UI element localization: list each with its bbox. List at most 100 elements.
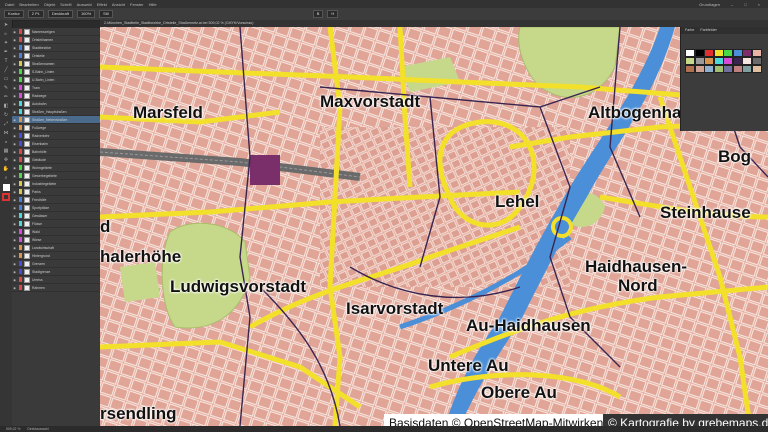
visibility-eye-icon[interactable]: ◉: [12, 166, 17, 170]
layer-row[interactable]: ◉ Grenzen: [12, 260, 100, 268]
pen-tool-icon[interactable]: ✒: [2, 49, 10, 56]
layer-row[interactable]: ◉ Tram: [12, 84, 100, 92]
color-swatch[interactable]: [742, 57, 752, 65]
visibility-eye-icon[interactable]: ◉: [12, 134, 17, 138]
visibility-eye-icon[interactable]: ◉: [12, 254, 17, 258]
height-field[interactable]: H: [327, 10, 339, 18]
tab-swatches[interactable]: Farbfelder: [700, 27, 716, 34]
selection-tool-icon[interactable]: ➤: [2, 22, 10, 29]
layer-row[interactable]: ◉ Gewerbegebiete: [12, 172, 100, 180]
visibility-eye-icon[interactable]: ◉: [12, 46, 17, 50]
layer-row[interactable]: ◉ Radverkehr: [12, 132, 100, 140]
document-tab[interactable]: 2-München_Stadtteile_Stadtbezirke_Ortste…: [100, 20, 768, 27]
visibility-eye-icon[interactable]: ◉: [12, 190, 17, 194]
magic-wand-tool-icon[interactable]: ✦: [2, 40, 10, 47]
layer-row[interactable]: ◉ Straßen_Nebenstraßen: [12, 116, 100, 124]
visibility-eye-icon[interactable]: ◉: [12, 198, 17, 202]
rotate-tool-icon[interactable]: ↻: [2, 112, 10, 119]
color-swatch[interactable]: [694, 49, 705, 57]
layer-row[interactable]: ◉ Stadtbezirke: [12, 44, 100, 52]
visibility-eye-icon[interactable]: ◉: [12, 158, 17, 162]
color-swatch[interactable]: [685, 65, 695, 73]
visibility-eye-icon[interactable]: ◉: [12, 246, 17, 250]
color-swatch[interactable]: [704, 49, 714, 57]
color-swatch[interactable]: [742, 65, 752, 73]
layer-row[interactable]: ◉ Landwirtschaft: [12, 244, 100, 252]
menu-item-object[interactable]: Objekt: [44, 2, 56, 7]
layer-row[interactable]: ◉ Ortsteilnamen: [12, 36, 100, 44]
close-icon[interactable]: ×: [758, 2, 760, 7]
maximize-icon[interactable]: □: [744, 2, 746, 7]
layer-row[interactable]: ◉ Industriegebiete: [12, 180, 100, 188]
scale-tool-icon[interactable]: ⤢: [2, 121, 10, 128]
menu-item-window[interactable]: Fenster: [130, 2, 144, 7]
visibility-eye-icon[interactable]: ◉: [12, 262, 17, 266]
width-tool-icon[interactable]: ⋈: [2, 130, 10, 137]
visibility-eye-icon[interactable]: ◉: [12, 78, 17, 82]
menu-item-file[interactable]: Datei: [5, 2, 14, 7]
layer-row[interactable]: ◉ Gebäude: [12, 156, 100, 164]
layer-row[interactable]: ◉ Wald: [12, 228, 100, 236]
eyedropper-tool-icon[interactable]: ✜: [2, 157, 10, 164]
hand-tool-icon[interactable]: ✋: [2, 166, 10, 173]
type-tool-icon[interactable]: T: [2, 58, 10, 65]
direct-selection-tool-icon[interactable]: ▹: [2, 31, 10, 38]
visibility-eye-icon[interactable]: ◉: [12, 86, 17, 90]
visibility-eye-icon[interactable]: ◉: [12, 278, 17, 282]
layer-row[interactable]: ◉ Eisenbahn: [12, 140, 100, 148]
stroke-color-icon[interactable]: [2, 193, 10, 201]
color-swatch[interactable]: [732, 49, 743, 57]
visibility-eye-icon[interactable]: ◉: [12, 150, 17, 154]
color-swatch[interactable]: [751, 49, 762, 57]
menu-item-help[interactable]: Hilfe: [149, 2, 157, 7]
menu-item-edit[interactable]: Bearbeiten: [19, 2, 38, 7]
layer-row[interactable]: ◉ Namenszeigen: [12, 28, 100, 36]
layer-row[interactable]: ◉ Bahnhöfe: [12, 148, 100, 156]
color-swatch[interactable]: [713, 57, 724, 65]
visibility-eye-icon[interactable]: ◉: [12, 174, 17, 178]
fill-color-icon[interactable]: [2, 184, 10, 191]
layer-row[interactable]: ◉ S-Bahn_Linien: [12, 68, 100, 76]
color-swatch[interactable]: [713, 49, 724, 57]
color-swatch[interactable]: [751, 65, 762, 73]
layer-row[interactable]: ◉ Wiese: [12, 236, 100, 244]
color-swatch[interactable]: [694, 65, 705, 73]
stroke-weight-field[interactable]: 2 Pt.: [27, 10, 45, 18]
visibility-eye-icon[interactable]: ◉: [12, 30, 17, 34]
color-swatch[interactable]: [742, 49, 752, 57]
color-swatch[interactable]: [723, 49, 733, 57]
color-swatch[interactable]: [685, 49, 695, 57]
zoom-level[interactable]: 509,02 %: [6, 427, 20, 431]
menu-item-view[interactable]: Ansicht: [112, 2, 125, 7]
layer-row[interactable]: ◉ Hintergrund: [12, 252, 100, 260]
layer-row[interactable]: ◉ Wohngebiete: [12, 164, 100, 172]
layer-row[interactable]: ◉ Ortsteile: [12, 52, 100, 60]
color-swatch[interactable]: [704, 65, 714, 73]
visibility-eye-icon[interactable]: ◉: [12, 102, 17, 106]
eraser-tool-icon[interactable]: ◧: [2, 103, 10, 110]
layer-row[interactable]: ◉ Fußwege: [12, 124, 100, 132]
layer-row[interactable]: ◉ Friedhöfe: [12, 196, 100, 204]
layer-row[interactable]: ◉ Straßennamen: [12, 60, 100, 68]
layer-row[interactable]: ◉ U-Bahn_Linien: [12, 76, 100, 84]
visibility-eye-icon[interactable]: ◉: [12, 286, 17, 290]
color-swatch[interactable]: [732, 57, 743, 65]
color-swatch[interactable]: [694, 57, 705, 65]
visibility-eye-icon[interactable]: ◉: [12, 110, 17, 114]
visibility-eye-icon[interactable]: ◉: [12, 126, 17, 130]
color-swatch[interactable]: [704, 57, 714, 65]
tab-color[interactable]: Farbe: [685, 27, 694, 34]
color-swatch[interactable]: [723, 65, 733, 73]
shape-builder-tool-icon[interactable]: ◒: [2, 139, 10, 146]
layer-row[interactable]: ◉ Autobahn: [12, 100, 100, 108]
map-canvas[interactable]: Marsfeld Maxvorstadt Altbogenha Bog Lehe…: [100, 27, 768, 426]
layer-row[interactable]: ◉ Umriss: [12, 276, 100, 284]
visibility-eye-icon[interactable]: ◉: [12, 222, 17, 226]
visibility-eye-icon[interactable]: ◉: [12, 238, 17, 242]
layer-row[interactable]: ◉ Parks: [12, 188, 100, 196]
zoom-tool-icon[interactable]: ⌕: [2, 175, 10, 182]
layer-row[interactable]: ◉ Straßen_Hauptstraßen: [12, 108, 100, 116]
width-field[interactable]: B: [312, 10, 324, 18]
color-swatch[interactable]: [685, 57, 695, 65]
visibility-eye-icon[interactable]: ◉: [12, 206, 17, 210]
